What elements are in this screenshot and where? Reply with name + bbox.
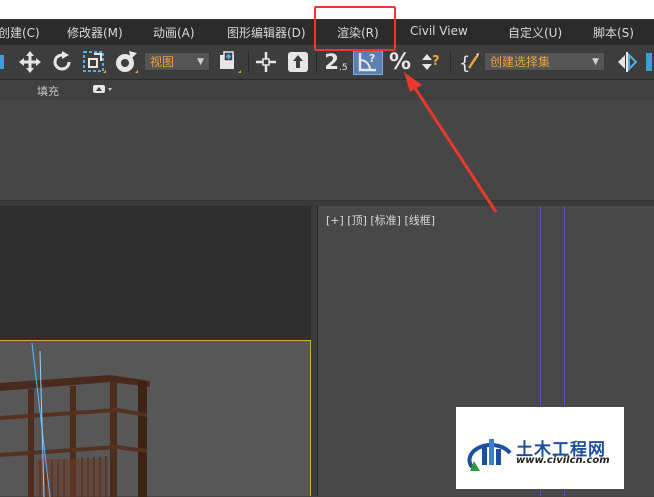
menu-customize[interactable]: 自定义(U) bbox=[508, 24, 562, 41]
rendering-menu-highlight bbox=[314, 6, 396, 51]
named-selection-set-dropdown[interactable]: 创建选择集 ▼ bbox=[484, 52, 605, 71]
select-tool-edge[interactable] bbox=[0, 49, 6, 75]
percent-snap-icon[interactable]: % bbox=[387, 49, 413, 75]
snap-toggle-icon[interactable]: 2.5 bbox=[322, 49, 350, 75]
select-manipulate-icon[interactable] bbox=[253, 49, 279, 75]
ribbon-toggle-button[interactable] bbox=[92, 83, 116, 98]
svg-text:?: ? bbox=[432, 54, 440, 69]
chevron-down-icon: ▼ bbox=[592, 57, 599, 67]
reference-coordinate-dropdown[interactable]: 视图 ▼ bbox=[144, 52, 210, 71]
menu-civil-view[interactable]: Civil View bbox=[410, 24, 468, 38]
rotate-icon[interactable] bbox=[49, 49, 75, 75]
move-icon[interactable] bbox=[17, 49, 43, 75]
pivot-center-icon[interactable] bbox=[215, 49, 243, 75]
viewport-label[interactable]: [+] [顶] [标准] [线框] bbox=[326, 212, 435, 228]
align-icon[interactable] bbox=[644, 49, 654, 75]
reference-coordinate-value: 视图 bbox=[150, 55, 175, 69]
menu-scripting[interactable]: 脚本(S) bbox=[593, 24, 634, 41]
watermark-url: www.civilcn.com bbox=[516, 455, 610, 466]
svg-text:?: ? bbox=[369, 52, 375, 65]
ribbon-panel bbox=[0, 100, 654, 201]
pivot-icon[interactable] bbox=[112, 49, 140, 75]
toolbar-separator bbox=[248, 51, 249, 73]
mirror-icon[interactable] bbox=[614, 49, 640, 75]
keyboard-shortcut-icon[interactable] bbox=[285, 49, 311, 75]
ribbon-tab-fill[interactable]: 填充 bbox=[37, 83, 59, 99]
toolbar-separator bbox=[450, 51, 451, 73]
chevron-down-icon: ▼ bbox=[197, 57, 204, 67]
snap-value: 2 bbox=[324, 50, 340, 74]
spinner-snap-icon[interactable]: ? bbox=[418, 49, 444, 75]
viewport-top-left[interactable] bbox=[0, 206, 311, 340]
cabinet-model bbox=[0, 342, 150, 497]
menu-create[interactable]: 创建(C) bbox=[0, 24, 40, 41]
named-selection-set-value: 创建选择集 bbox=[490, 55, 551, 69]
ribbon-tabs: 填充 bbox=[0, 80, 654, 100]
menu-modifiers[interactable]: 修改器(M) bbox=[67, 24, 123, 41]
svg-text:{: { bbox=[459, 53, 470, 74]
angle-snap-icon[interactable]: ? bbox=[353, 49, 383, 75]
watermark-logo-icon bbox=[467, 439, 512, 471]
viewport-perspective[interactable] bbox=[0, 340, 311, 497]
watermark-logo: 土木工程网 www.civilcn.com bbox=[456, 407, 624, 489]
scale-icon[interactable] bbox=[81, 49, 107, 75]
menu-graph-editors[interactable]: 图形编辑器(D) bbox=[227, 24, 306, 41]
toolbar-separator bbox=[316, 51, 317, 73]
menu-animation[interactable]: 动画(A) bbox=[153, 24, 195, 41]
edit-named-selection-icon[interactable]: { bbox=[456, 49, 482, 75]
